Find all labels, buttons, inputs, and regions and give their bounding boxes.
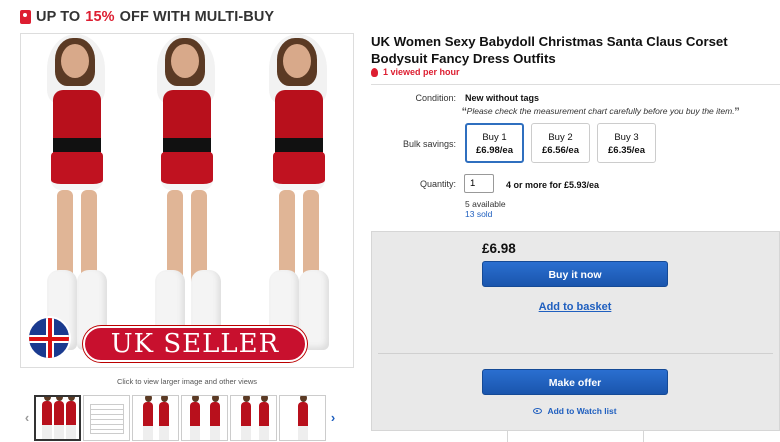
quantity-label: Quantity: <box>419 179 456 189</box>
thumbnail[interactable] <box>181 394 228 441</box>
thumbnail[interactable] <box>279 394 326 441</box>
buy-it-now-button[interactable]: Buy it now <box>482 261 668 287</box>
listing-title: UK Women Sexy Babydoll Christmas Santa C… <box>371 34 728 66</box>
thumb-next-arrow-icon[interactable]: › <box>326 410 340 425</box>
multibuy-banner: UP TO 15% OFF WITH MULTI-BUY <box>20 9 274 25</box>
image-caption: Click to view larger image and other vie… <box>116 377 258 386</box>
bulk-option-price: £6.98/ea <box>476 145 513 156</box>
bulk-savings-options: Buy 1 £6.98/ea Buy 2 £6.56/ea Buy 3 £6.3… <box>465 123 656 163</box>
condition-note: “Please check the measurement chart care… <box>462 104 740 120</box>
union-jack-icon <box>27 316 71 360</box>
promo-suffix: OFF WITH MULTI-BUY <box>119 9 275 25</box>
bulk-option-buy3[interactable]: Buy 3 £6.35/ea <box>597 123 656 163</box>
model-figure <box>31 34 121 359</box>
quantity-offer: 4 or more for £5.93/ea <box>506 180 600 190</box>
condition-note-text: Please check the measurement chart caref… <box>466 106 735 116</box>
item-price: £6.98 <box>482 241 516 256</box>
price-tag-icon <box>20 10 31 24</box>
add-to-watchlist-link[interactable]: Add to Watch list <box>482 406 668 416</box>
sold-count-link[interactable]: 13 sold <box>465 209 492 219</box>
bulk-option-price: £6.35/ea <box>608 145 645 156</box>
promo-prefix: UP TO <box>36 9 81 25</box>
condition-label: Condition: <box>415 93 456 103</box>
eye-icon <box>533 408 543 414</box>
viewed-text: 1 viewed per hour <box>383 67 460 77</box>
thumbnail-strip: ‹ › <box>20 394 354 441</box>
thumbnail[interactable] <box>83 394 130 441</box>
bulk-option-label: Buy 3 <box>614 132 639 143</box>
divider <box>371 84 780 85</box>
uk-seller-badge: UK SELLER <box>83 326 307 362</box>
add-to-basket-link[interactable]: Add to basket <box>482 301 668 313</box>
available-count: 5 available <box>465 199 506 209</box>
flame-icon <box>371 67 378 77</box>
bulk-option-label: Buy 1 <box>482 132 507 143</box>
thumbnail[interactable] <box>230 394 277 441</box>
bulk-option-label: Buy 2 <box>548 132 573 143</box>
model-figure <box>253 34 343 359</box>
bulk-savings-label: Bulk savings: <box>402 139 456 149</box>
viewed-indicator: 1 viewed per hour <box>371 67 460 77</box>
make-offer-button[interactable]: Make offer <box>482 369 668 395</box>
condition-value: New without tags <box>465 93 539 103</box>
watchlist-text: Add to Watch list <box>547 406 617 416</box>
main-product-image[interactable]: UK SELLER <box>20 33 354 368</box>
bulk-option-buy2[interactable]: Buy 2 £6.56/ea <box>531 123 590 163</box>
thumb-prev-arrow-icon[interactable]: ‹ <box>20 410 34 425</box>
promo-percent: 15% <box>85 9 115 25</box>
quantity-input[interactable] <box>464 174 494 193</box>
bottom-strip <box>371 430 780 442</box>
divider <box>378 353 773 354</box>
bulk-option-buy1[interactable]: Buy 1 £6.98/ea <box>465 123 524 163</box>
thumbnail[interactable] <box>34 394 81 441</box>
bulk-option-price: £6.56/ea <box>542 145 579 156</box>
thumbnail[interactable] <box>132 394 179 441</box>
model-figure <box>141 34 231 359</box>
